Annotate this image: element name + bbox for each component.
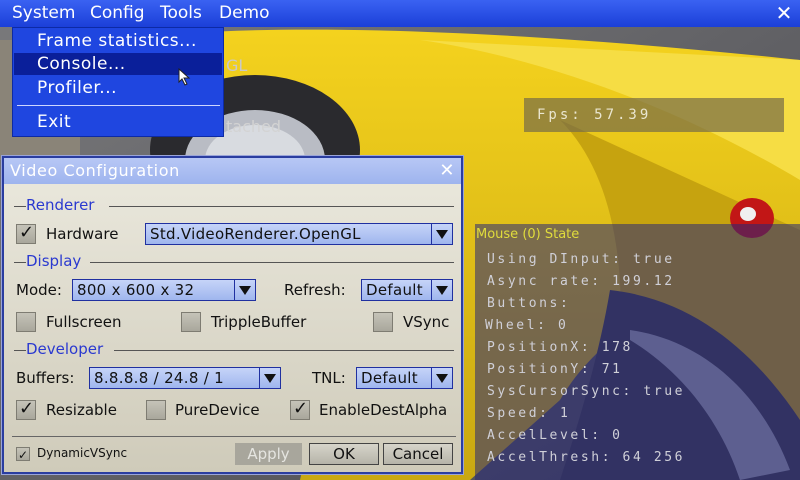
vsync-label: VSync xyxy=(403,313,450,331)
refresh-select-value: Default xyxy=(366,281,423,299)
resizable-checkbox[interactable]: ✓ xyxy=(16,398,36,420)
mouse-stat-line: SysCursorSync: true xyxy=(487,384,686,399)
close-icon[interactable]: ✕ xyxy=(774,2,794,24)
cancel-button[interactable]: Cancel xyxy=(383,443,453,465)
menu-system[interactable]: System xyxy=(12,3,75,23)
hardware-label: Hardware xyxy=(46,225,119,243)
refresh-select[interactable]: Default xyxy=(361,279,453,301)
fps-counter: Fps: 57.39 xyxy=(524,98,784,132)
tripplebuffer-checkbox[interactable] xyxy=(181,312,201,332)
mouse-stat-line: AccelThresh: 64 256 xyxy=(487,450,686,465)
mouse-stat-line: Using DInput: true xyxy=(487,252,675,267)
ok-button[interactable]: OK xyxy=(309,443,379,465)
menu-config[interactable]: Config xyxy=(90,3,145,23)
section-divider xyxy=(14,206,26,207)
section-divider xyxy=(14,262,26,263)
section-divider xyxy=(109,206,454,207)
tripplebuffer-label: TrippleBuffer xyxy=(211,313,307,331)
footer-divider xyxy=(12,436,456,437)
mouse-stat-line: Buttons: xyxy=(487,296,571,311)
section-divider xyxy=(90,262,454,263)
fullscreen-checkbox[interactable] xyxy=(16,312,36,332)
dropdown-arrow-icon xyxy=(234,280,255,300)
dropdown-arrow-icon xyxy=(431,224,452,244)
dropdown-arrow-icon xyxy=(259,368,280,388)
mouse-cursor-icon xyxy=(178,68,191,86)
renderer-select[interactable]: Std.VideoRenderer.OpenGL xyxy=(145,223,453,245)
dynamicvsync-label: DynamicVSync xyxy=(37,446,128,460)
main-menubar: System Config Tools Demo ✕ xyxy=(0,0,800,27)
mouse-stat-line: Speed: 1 xyxy=(487,406,571,421)
section-label-renderer: Renderer xyxy=(26,196,95,214)
renderer-select-value: Std.VideoRenderer.OpenGL xyxy=(150,225,361,243)
section-label-developer: Developer xyxy=(26,340,104,358)
puredevice-label: PureDevice xyxy=(175,401,260,419)
dynamicvsync-checkbox[interactable]: ✓ xyxy=(16,447,30,462)
puredevice-checkbox[interactable] xyxy=(146,400,166,420)
menu-demo[interactable]: Demo xyxy=(219,3,270,23)
window-title-bar[interactable]: Video Configuration ✕ xyxy=(4,158,461,184)
buffers-select[interactable]: 8.8.8.8 / 24.8 / 1 xyxy=(89,367,281,389)
window-title: Video Configuration xyxy=(10,161,180,180)
section-divider xyxy=(114,350,454,351)
mode-label: Mode: xyxy=(16,281,62,299)
mode-select-value: 800 x 600 x 32 xyxy=(77,281,195,299)
background-text-fragment: tached xyxy=(226,117,282,136)
dropdown-arrow-icon xyxy=(431,368,452,388)
tnl-select[interactable]: Default xyxy=(356,367,453,389)
refresh-label: Refresh: xyxy=(284,281,346,299)
vsync-checkbox[interactable] xyxy=(373,312,393,332)
dropdown-arrow-icon xyxy=(431,280,452,300)
mouse-stat-line: AccelLevel: 0 xyxy=(487,428,623,443)
mouse-stat-line: Wheel: 0 xyxy=(485,318,569,333)
mouse-stat-line: Async rate: 199.12 xyxy=(487,274,675,289)
background-text-fragment: GL xyxy=(226,56,248,75)
check-icon: ✓ xyxy=(293,398,309,419)
section-divider xyxy=(14,350,26,351)
mouse-stat-line: PositionY: 71 xyxy=(487,362,623,377)
buffers-label: Buffers: xyxy=(16,369,75,387)
menu-separator xyxy=(17,105,220,106)
apply-button[interactable]: Apply xyxy=(235,443,302,465)
mouse-stat-line: PositionX: 178 xyxy=(487,340,633,355)
video-configuration-window: Video Configuration ✕ Renderer ✓ Hardwar… xyxy=(2,156,463,474)
enabledestalpha-checkbox[interactable]: ✓ xyxy=(290,398,310,420)
check-icon: ✓ xyxy=(19,222,35,243)
section-label-display: Display xyxy=(26,252,82,270)
hardware-checkbox[interactable]: ✓ xyxy=(16,222,36,244)
enabledestalpha-label: EnableDestAlpha xyxy=(319,401,448,419)
menu-item-frame-statistics[interactable]: Frame statistics... xyxy=(14,30,222,52)
menu-item-exit[interactable]: Exit xyxy=(14,111,222,133)
fullscreen-label: Fullscreen xyxy=(46,313,122,331)
check-icon: ✓ xyxy=(19,398,35,419)
resizable-label: Resizable xyxy=(46,401,117,419)
mode-select[interactable]: 800 x 600 x 32 xyxy=(72,279,256,301)
buffers-select-value: 8.8.8.8 / 24.8 / 1 xyxy=(94,369,224,387)
tnl-label: TNL: xyxy=(312,369,346,387)
mouse-panel-title: Mouse (0) State xyxy=(476,227,580,242)
check-icon: ✓ xyxy=(18,448,29,462)
close-icon[interactable]: ✕ xyxy=(439,160,455,182)
tnl-select-value: Default xyxy=(361,369,418,387)
menu-tools[interactable]: Tools xyxy=(160,3,202,23)
mouse-state-panel: Mouse (0) State Using DInput: true Async… xyxy=(475,224,800,480)
